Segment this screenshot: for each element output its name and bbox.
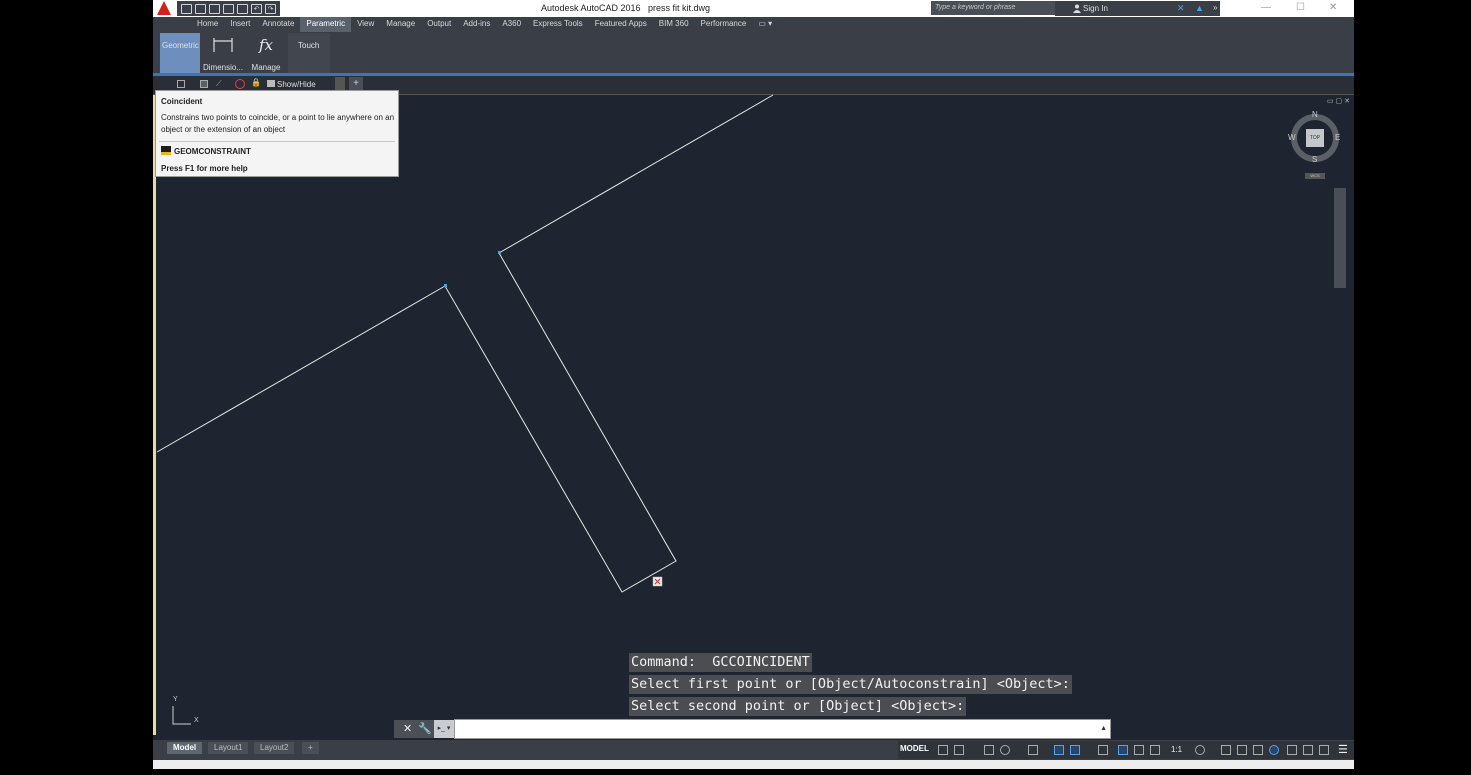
annotation-visibility-icon[interactable] bbox=[1118, 745, 1128, 755]
dynamic-input-icon[interactable] bbox=[1070, 745, 1080, 755]
tooltip-title: Coincident bbox=[161, 97, 203, 106]
otrack-icon[interactable] bbox=[1054, 745, 1064, 755]
viewport-controls[interactable]: ▭ ▢ ✕ bbox=[1327, 97, 1350, 105]
add-layout-button[interactable]: + bbox=[302, 742, 319, 754]
annotation-monitor-icon[interactable] bbox=[1221, 745, 1231, 755]
osnap-icon[interactable] bbox=[1028, 745, 1038, 755]
navigation-bar[interactable] bbox=[1334, 188, 1346, 288]
wcs-menu[interactable]: WCS bbox=[1305, 173, 1325, 179]
model-space-button[interactable]: MODEL bbox=[900, 744, 929, 753]
auto-scale-icon[interactable] bbox=[1134, 745, 1144, 755]
command-history-line: Select second point or [Object] <Object>… bbox=[629, 697, 967, 716]
grip-point-2[interactable] bbox=[444, 284, 447, 287]
clean-screen-icon[interactable] bbox=[1303, 745, 1313, 755]
tooltip-description: Constrains two points to coincide, or a … bbox=[161, 113, 395, 134]
annotation-scale-icon[interactable] bbox=[1150, 745, 1160, 755]
grid-icon[interactable] bbox=[938, 745, 948, 755]
workspace-gear-icon[interactable] bbox=[1195, 745, 1205, 755]
units-icon[interactable] bbox=[1237, 745, 1247, 755]
command-history-toggle-icon[interactable]: ▲ bbox=[1100, 725, 1107, 732]
command-prompt-icon[interactable]: ▸_ ▾ bbox=[434, 720, 454, 738]
grip-point-1[interactable] bbox=[498, 251, 501, 254]
graphics-performance-icon[interactable] bbox=[1287, 745, 1297, 755]
viewcube-top-face[interactable]: TOP bbox=[1306, 129, 1324, 147]
quick-properties-icon[interactable] bbox=[1253, 745, 1263, 755]
compass-east[interactable]: E bbox=[1335, 133, 1340, 142]
polar-icon[interactable] bbox=[1000, 745, 1010, 755]
compass-west[interactable]: W bbox=[1288, 133, 1296, 142]
status-bar: MODEL 1:1 ☰ bbox=[898, 741, 1354, 759]
customization-menu-icon[interactable]: ☰ bbox=[1338, 743, 1348, 756]
full-screen-icon[interactable] bbox=[1319, 745, 1329, 755]
annotation-scale-value[interactable]: 1:1 bbox=[1171, 745, 1182, 754]
customize-icon[interactable]: 🔧 bbox=[418, 722, 432, 735]
tab-layout1[interactable]: Layout1 bbox=[208, 742, 249, 754]
taskbar bbox=[0, 769, 1471, 775]
lineweight-icon[interactable] bbox=[1098, 745, 1108, 755]
compass-south[interactable]: S bbox=[1312, 155, 1317, 164]
tooltip-divider bbox=[159, 141, 395, 142]
autocad-window: ↶ ↷ Autodesk AutoCAD 2016 press fit kit.… bbox=[153, 0, 1354, 775]
close-command-line-icon[interactable]: ✕ bbox=[403, 722, 412, 735]
snap-icon[interactable] bbox=[954, 745, 964, 755]
tooltip-command: GEOMCONSTRAINT bbox=[174, 147, 251, 156]
ucs-icon bbox=[172, 706, 191, 725]
tab-model[interactable]: Model bbox=[167, 742, 203, 754]
ortho-icon[interactable] bbox=[984, 745, 994, 755]
command-line-tools: ✕ 🔧 bbox=[394, 720, 434, 738]
ucs-y-label: Y bbox=[173, 696, 178, 703]
compass-north[interactable]: N bbox=[1312, 110, 1318, 119]
coincident-tooltip: Coincident Constrains two points to coin… bbox=[155, 90, 399, 177]
isolate-objects-icon[interactable] bbox=[1269, 745, 1279, 755]
ucs-x-label: X bbox=[194, 717, 199, 724]
command-history-line: Select first point or [Object/Autoconstr… bbox=[629, 675, 1072, 694]
command-line-input[interactable]: ▲ bbox=[454, 719, 1111, 739]
command-icon bbox=[161, 146, 171, 155]
tooltip-help: Press F1 for more help bbox=[161, 164, 248, 173]
tab-layout2[interactable]: Layout2 bbox=[254, 742, 295, 754]
command-history-line: Command: GCCOINCIDENT bbox=[629, 653, 812, 672]
